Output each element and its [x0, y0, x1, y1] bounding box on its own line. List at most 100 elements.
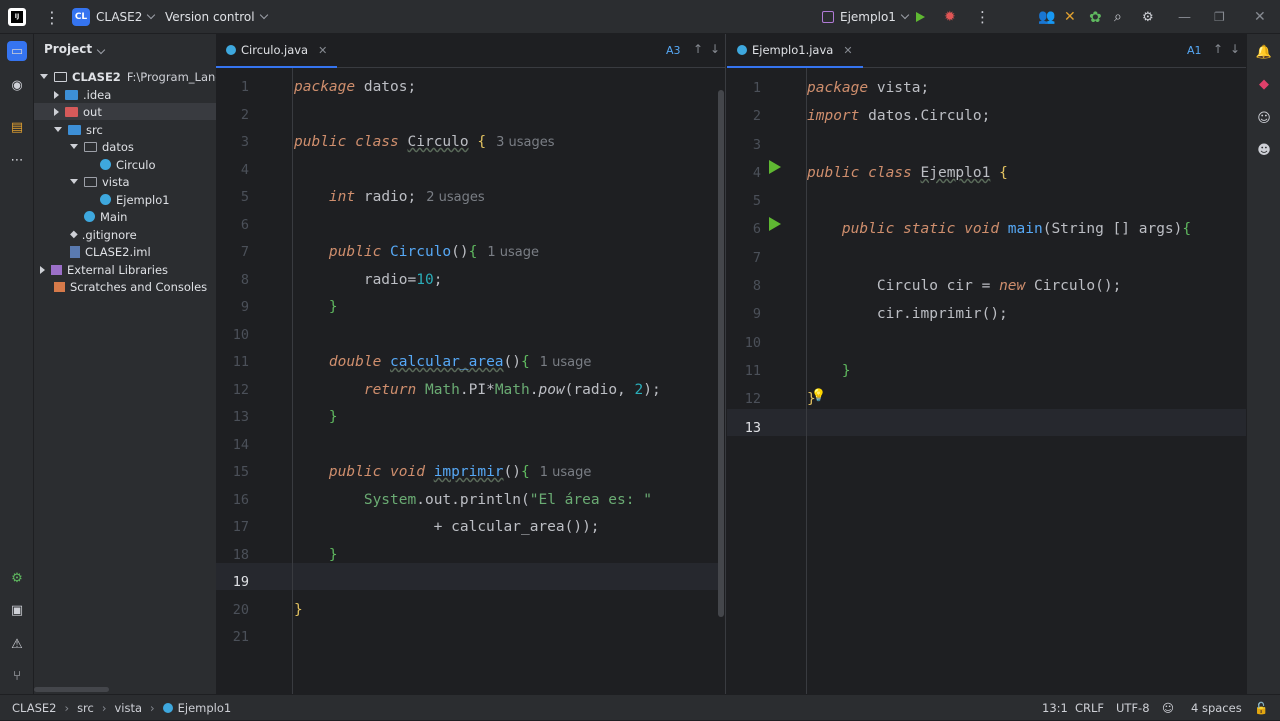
gutter-divider: [292, 68, 293, 694]
tree-item-out[interactable]: out: [34, 103, 216, 120]
file-encoding[interactable]: UTF-8: [1116, 695, 1150, 721]
prev-highlight-icon[interactable]: ↑: [1213, 42, 1223, 56]
breadcrumb-item[interactable]: CLASE2: [12, 701, 56, 715]
breadcrumb-item[interactable]: src: [77, 701, 94, 715]
terminal-icon[interactable]: ▣: [7, 600, 27, 620]
ai-chat-icon[interactable]: ☺: [1254, 108, 1274, 128]
tree-item-gitignore[interactable]: ◆ .gitignore: [70, 226, 137, 243]
run-main-gutter-icon[interactable]: [769, 217, 781, 231]
line-number: 6: [240, 216, 249, 233]
line-number: 19: [232, 574, 249, 590]
git-icon[interactable]: ⑂: [7, 666, 27, 686]
tree-item-iml[interactable]: CLASE2.iml: [70, 243, 151, 260]
line-number: 10: [232, 326, 249, 343]
tree-label: Ejemplo1: [116, 192, 170, 207]
breadcrumb-item[interactable]: Ejemplo1: [178, 701, 232, 715]
tree-label: Scratches and Consoles: [70, 279, 208, 294]
project-panel: Project CLASE2 F:\Program_Langua .idea ou…: [34, 34, 237, 694]
scratches-icon: [54, 281, 65, 292]
inspection-widget[interactable]: A3: [666, 44, 681, 57]
expand-icon: [54, 90, 59, 99]
tree-item-ejemplo1[interactable]: Ejemplo1: [100, 191, 170, 208]
next-highlight-icon[interactable]: ↓: [710, 42, 720, 56]
caret-position[interactable]: 13:1: [1042, 695, 1068, 721]
line-number: 14: [232, 436, 249, 453]
main-menu-icon[interactable]: ⋮: [44, 0, 60, 34]
next-highlight-icon[interactable]: ↓: [1230, 42, 1240, 56]
build-tools-icon[interactable]: ✕: [1064, 0, 1076, 34]
line-number: 8: [752, 278, 761, 295]
folder-icon: [65, 89, 78, 100]
inspection-count: 1: [1194, 44, 1202, 57]
inspection-widget[interactable]: A1: [1187, 44, 1202, 57]
line-number: 5: [240, 189, 249, 205]
line-number: 2: [240, 106, 249, 123]
right-code-area[interactable]: package vista; import datos.Circulo; pub…: [807, 74, 1191, 414]
notifications-icon[interactable]: 🔔: [1254, 42, 1274, 62]
left-editor: Circulo.java ✕ A3 ↑ ↓ 1 2 3 4 5 6 7 8 9 10 11 12 13 14…: [216, 34, 726, 694]
maximize-icon[interactable]: ❐: [1214, 0, 1225, 34]
tree-item-external-libraries[interactable]: External Libraries: [40, 261, 168, 278]
inspector-icon[interactable]: ☺: [1162, 695, 1174, 721]
close-tab-icon[interactable]: ✕: [318, 44, 327, 57]
settings-icon[interactable]: ⚙: [1142, 0, 1154, 34]
folder-icon: [65, 106, 78, 117]
tree-item-scratches[interactable]: Scratches and Consoles: [54, 278, 207, 295]
left-vertical-scrollbar[interactable]: [718, 90, 724, 617]
vcs-selector[interactable]: Version control: [165, 0, 268, 34]
tab-ejemplo1[interactable]: Ejemplo1.java ✕: [727, 34, 863, 68]
project-tool-icon[interactable]: ▭: [7, 41, 27, 61]
minimize-icon[interactable]: —: [1178, 0, 1191, 34]
breadcrumb-item[interactable]: vista: [114, 701, 142, 715]
tree-root[interactable]: CLASE2 F:\Program_Langua: [40, 68, 237, 85]
commit-tool-icon[interactable]: ◉: [7, 75, 27, 95]
chevron-down-icon: [259, 10, 268, 20]
tree-item-src[interactable]: src: [54, 121, 103, 138]
tab-circulo[interactable]: Circulo.java ✕: [216, 34, 338, 68]
plugin-icon[interactable]: ◆: [1254, 74, 1274, 94]
more-actions-icon[interactable]: ⋮: [975, 0, 990, 34]
tree-item-vista[interactable]: vista: [70, 173, 130, 190]
tree-item-datos[interactable]: datos: [70, 138, 134, 155]
breadcrumb: CLASE2 › src › vista › Ejemplo1: [12, 695, 231, 721]
run-class-gutter-icon[interactable]: [769, 160, 781, 174]
horizontal-scrollbar[interactable]: [34, 687, 109, 692]
run-config-selector[interactable]: Ejemplo1: [822, 0, 910, 34]
more-tools-icon[interactable]: ⋯: [7, 150, 27, 170]
run-button[interactable]: [916, 0, 925, 34]
tree-item-circulo[interactable]: Circulo: [100, 156, 156, 173]
package-icon: [84, 141, 97, 152]
prev-highlight-icon[interactable]: ↑: [693, 42, 703, 56]
line-number: 6: [752, 221, 761, 238]
project-selector[interactable]: CL CLASE2: [72, 0, 156, 34]
tree-item-idea[interactable]: .idea: [54, 86, 111, 103]
tree-label: Main: [100, 209, 128, 224]
run-icon: [916, 12, 925, 22]
lock-icon[interactable]: 🔓: [1254, 695, 1268, 721]
ai-assistant-icon[interactable]: ✿: [1089, 0, 1102, 34]
line-number: 7: [240, 244, 249, 260]
class-icon: [100, 194, 111, 205]
module-icon: [54, 71, 67, 82]
tree-item-main[interactable]: Main: [84, 208, 127, 225]
close-icon[interactable]: ✕: [1254, 0, 1266, 34]
structure-tool-icon[interactable]: ▤: [7, 117, 27, 137]
search-icon[interactable]: ⌕: [1114, 0, 1122, 34]
line-number: 13: [744, 419, 761, 436]
chevron-down-icon: [96, 45, 106, 55]
tab-label: Ejemplo1.java: [752, 43, 834, 57]
project-panel-title[interactable]: Project: [44, 42, 106, 56]
line-number: 16: [232, 491, 249, 508]
left-code-area[interactable]: package datos; public class Circulo {3 u…: [294, 74, 661, 624]
line-number: 3: [752, 136, 761, 153]
line-number: 13: [232, 409, 249, 425]
class-icon: [100, 159, 111, 170]
code-with-me-icon[interactable]: 👥: [1038, 0, 1055, 34]
services-icon[interactable]: ⚙: [7, 568, 27, 588]
close-tab-icon[interactable]: ✕: [843, 44, 852, 57]
copilot-icon[interactable]: ☻: [1254, 140, 1274, 160]
problems-icon[interactable]: ⚠: [7, 634, 27, 654]
line-separator[interactable]: CRLF: [1075, 695, 1104, 721]
indent-setting[interactable]: 4 spaces: [1191, 695, 1242, 721]
debug-button[interactable]: ✹: [944, 0, 956, 34]
